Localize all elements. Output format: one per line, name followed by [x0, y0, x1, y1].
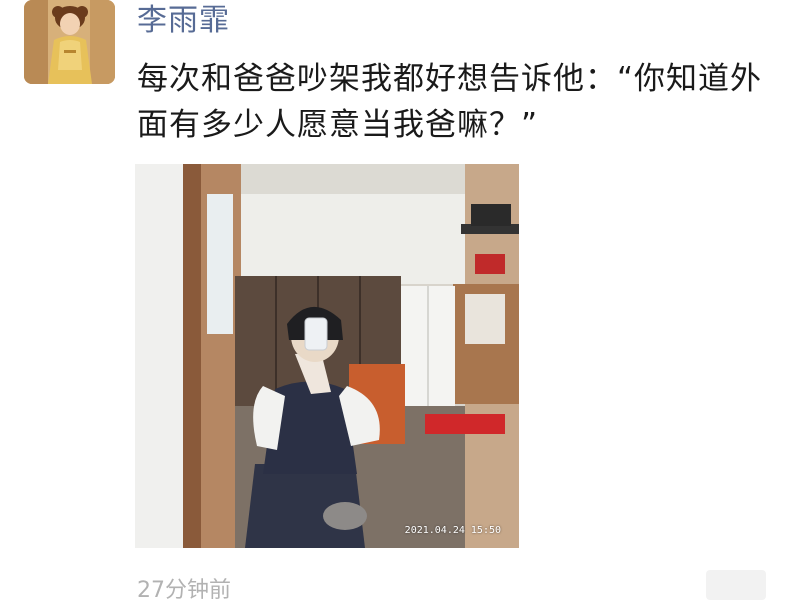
- post-text: 每次和爸爸吵架我都好想告诉他：“你知道外面有多少人愿意当我爸嘛？”: [137, 61, 763, 143]
- more-options-icon[interactable]: [706, 570, 766, 600]
- post-time: 27分钟前: [137, 578, 231, 603]
- photo-timestamp: 2021.04.24 15:50: [404, 525, 501, 536]
- post-photo[interactable]: 2021.04.24 15:50: [135, 164, 519, 548]
- author-name[interactable]: 李雨霏: [137, 4, 230, 38]
- avatar[interactable]: [24, 0, 115, 84]
